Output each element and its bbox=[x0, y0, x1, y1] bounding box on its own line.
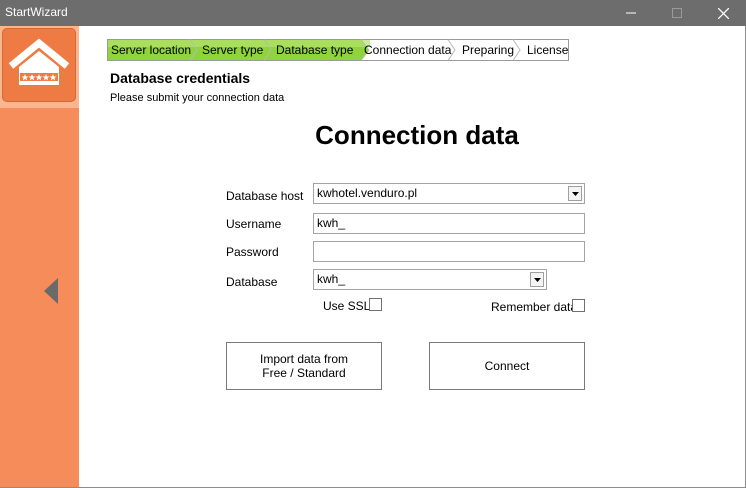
database-host-label: Database host bbox=[226, 189, 304, 203]
wizard-steps: Server location Server type Database typ… bbox=[107, 39, 569, 61]
import-data-button-text: Import data from Free / Standard bbox=[260, 352, 348, 380]
arrow-left-icon bbox=[44, 278, 58, 304]
minimize-icon bbox=[626, 12, 636, 14]
back-button[interactable] bbox=[40, 274, 62, 310]
maximize-button[interactable] bbox=[654, 0, 700, 26]
minimize-button[interactable] bbox=[608, 0, 654, 26]
database-host-combobox[interactable]: kwhotel.venduro.pl bbox=[313, 183, 585, 204]
section-subtitle: Please submit your connection data bbox=[110, 92, 285, 104]
title-bar: StartWizard bbox=[0, 0, 746, 26]
connect-button[interactable]: Connect bbox=[429, 342, 585, 390]
username-value: kwh_ bbox=[317, 216, 346, 230]
import-data-line2: Free / Standard bbox=[262, 366, 346, 380]
step-preparing: Preparing bbox=[462, 43, 515, 57]
remember-data-checkbox[interactable] bbox=[572, 299, 585, 312]
use-ssl-label: Use SSL bbox=[323, 299, 371, 313]
chevron-down-icon bbox=[571, 191, 579, 196]
window-title: StartWizard bbox=[5, 5, 68, 19]
maximize-icon bbox=[672, 8, 682, 18]
page-heading: Connection data bbox=[315, 120, 519, 150]
database-label: Database bbox=[226, 275, 278, 289]
use-ssl-checkbox[interactable] bbox=[369, 298, 382, 311]
section-title: Database credentials bbox=[110, 70, 251, 86]
database-combobox[interactable]: kwh_ bbox=[313, 269, 547, 290]
database-host-value: kwhotel.venduro.pl bbox=[317, 186, 418, 200]
username-label: Username bbox=[226, 217, 282, 231]
import-data-button[interactable]: Import data from Free / Standard bbox=[226, 342, 382, 390]
database-host-dropdown-button[interactable] bbox=[568, 186, 582, 201]
step-server-location: Server location bbox=[111, 43, 192, 57]
house-stars-icon bbox=[8, 38, 70, 85]
database-value: kwh_ bbox=[317, 272, 346, 286]
password-label: Password bbox=[226, 245, 279, 259]
database-dropdown-button[interactable] bbox=[530, 272, 544, 287]
step-database-type: Database type bbox=[276, 43, 354, 57]
step-connection-data: Connection data bbox=[364, 43, 452, 57]
step-license: License bbox=[527, 43, 569, 57]
username-input[interactable]: kwh_ bbox=[313, 213, 585, 234]
close-button[interactable] bbox=[700, 0, 746, 26]
connect-button-label: Connect bbox=[484, 359, 530, 373]
import-data-line1: Import data from bbox=[259, 352, 349, 366]
app-logo bbox=[2, 28, 76, 102]
password-input[interactable] bbox=[313, 241, 585, 262]
step-server-type: Server type bbox=[202, 43, 264, 57]
chevron-down-icon bbox=[533, 277, 541, 282]
close-icon bbox=[717, 7, 729, 19]
remember-data-label: Remember data bbox=[491, 300, 578, 314]
sidebar bbox=[0, 26, 79, 488]
